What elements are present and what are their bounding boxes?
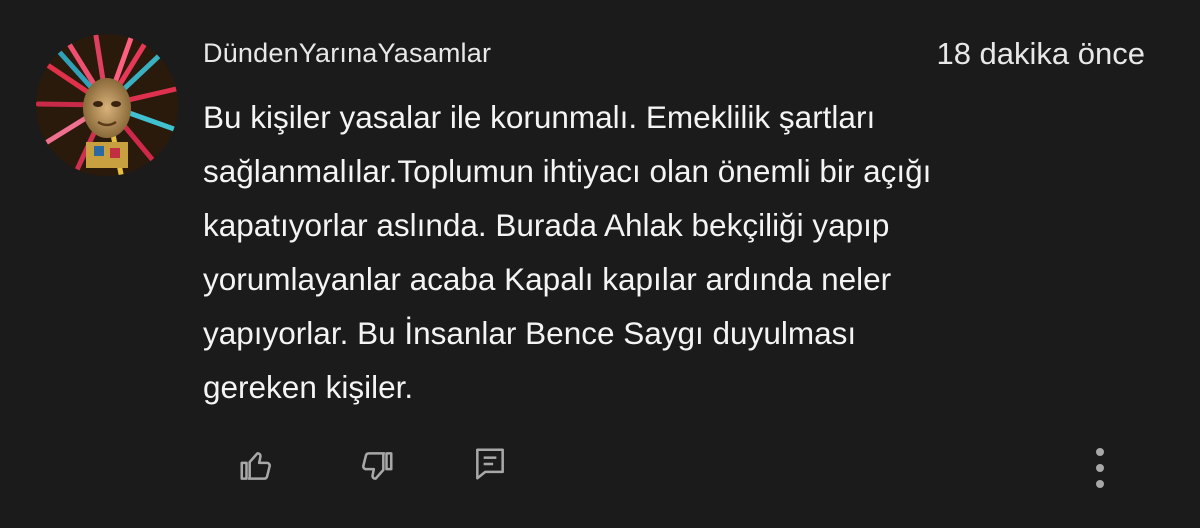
comment-text-line: yorumlayanlar acaba Kapalı kapılar ardın… — [203, 261, 892, 297]
comment-timestamp[interactable]: 18 dakika önce — [936, 36, 1145, 72]
dislike-button[interactable] — [355, 444, 399, 488]
comment-author[interactable]: DündenYarınaYasamlar — [203, 38, 491, 69]
thumbs-down-icon — [362, 452, 393, 480]
more-options-button[interactable] — [1078, 442, 1122, 494]
comment-text: Bu kişiler yasalar ile korunmalı. Emekli… — [203, 90, 1163, 414]
comment-text-line: sağlanmalılar.Toplumun ihtiyacı olan öne… — [203, 153, 932, 189]
comment-thread: DündenYarınaYasamlar 18 dakika önce Bu k… — [0, 0, 1200, 528]
comment-text-line: gereken kişiler. — [203, 369, 414, 405]
avatar-image — [36, 34, 178, 176]
reply-button[interactable] — [468, 442, 512, 486]
comment-text-line: Bu kişiler yasalar ile korunmalı. Emekli… — [203, 99, 876, 135]
more-vertical-icon — [1096, 448, 1104, 488]
avatar[interactable] — [36, 34, 178, 176]
like-button[interactable] — [234, 444, 278, 488]
reply-comment-icon — [476, 448, 504, 480]
comment-text-line: kapatıyorlar aslında. Burada Ahlak bekçi… — [203, 207, 890, 243]
thumbs-up-icon — [240, 452, 271, 480]
comment-text-line: yapıyorlar. Bu İnsanlar Bence Saygı duyu… — [203, 315, 857, 351]
